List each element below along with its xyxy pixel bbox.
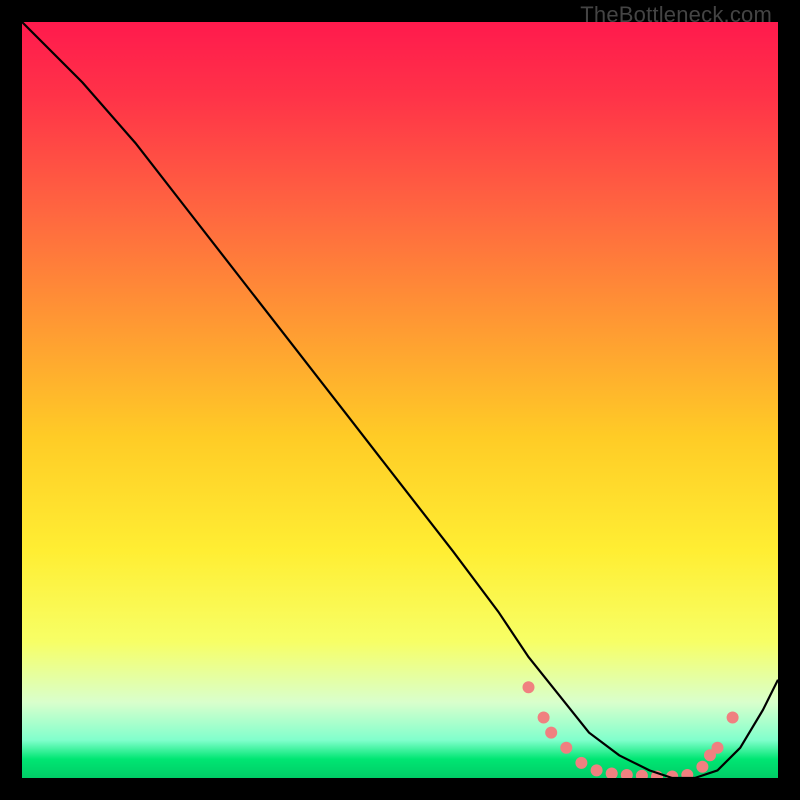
data-marker <box>591 764 603 776</box>
data-marker <box>545 727 557 739</box>
watermark-text: TheBottleneck.com <box>580 2 772 28</box>
data-marker <box>575 757 587 769</box>
chart-svg <box>22 22 778 778</box>
data-marker <box>696 761 708 773</box>
data-marker <box>712 742 724 754</box>
data-marker <box>727 712 739 724</box>
gradient-background <box>22 22 778 778</box>
data-marker <box>560 742 572 754</box>
data-marker <box>538 712 550 724</box>
data-marker <box>523 681 535 693</box>
